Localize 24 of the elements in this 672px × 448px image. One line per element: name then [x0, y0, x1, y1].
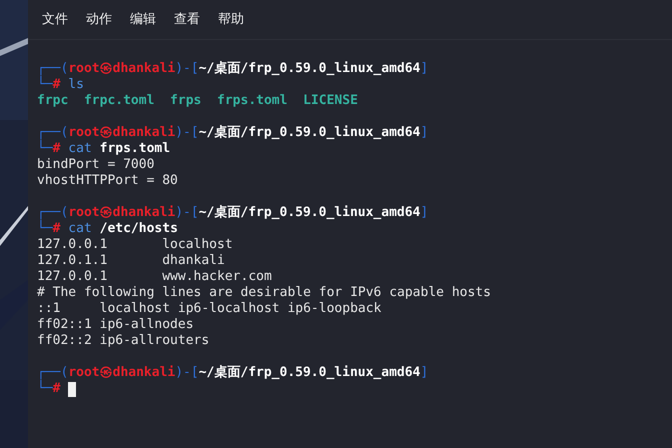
output-line: ::1 localhost ip6-localhost ip6-loopback	[37, 301, 382, 317]
output-line: ff02::2 ip6-allrouters	[37, 333, 210, 349]
prompt-line: ┌──(root㉿dhankali)-[~/桌面/frp_0.59.0_linux_amd64]	[37, 205, 428, 220]
prompt-line: └─# cat /etc/hosts	[37, 221, 178, 237]
prompt-line: ┌──(root㉿dhankali)-[~/桌面/frp_0.59.0_linux_amd64]	[37, 125, 428, 140]
output-line: 127.0.0.1 www.hacker.com	[37, 269, 272, 285]
output-line: # The following lines are desirable for IPv6 capable hosts	[37, 285, 491, 301]
menu-item[interactable]: 编辑	[130, 13, 156, 26]
text-cursor	[68, 382, 76, 396]
prompt-line: └─# ls	[37, 77, 84, 93]
output-line: vhostHTTPPort = 80	[37, 173, 178, 189]
prompt-line: ┌──(root㉿dhankali)-[~/桌面/frp_0.59.0_linux_amd64]	[37, 61, 428, 76]
output-line: 127.0.0.1 localhost	[37, 237, 233, 253]
prompt-line: └─#	[37, 381, 60, 397]
output-line: bindPort = 7000	[37, 157, 154, 173]
menu-item[interactable]: 动作	[86, 13, 112, 26]
prompt-line: ┌──(root㉿dhankali)-[~/桌面/frp_0.59.0_linux_amd64]	[37, 365, 428, 380]
menu-item[interactable]: 查看	[174, 13, 200, 26]
prompt-line: └─# cat frps.toml	[37, 141, 170, 157]
output-line: 127.0.1.1 dhankali	[37, 253, 225, 269]
menu-item[interactable]: 帮助	[218, 13, 244, 26]
output-line: ff02::1 ip6-allnodes	[37, 317, 194, 333]
menu-item[interactable]: 文件	[42, 13, 68, 26]
output-line: frpc frpc.toml frps frps.toml LICENSE	[37, 93, 358, 109]
